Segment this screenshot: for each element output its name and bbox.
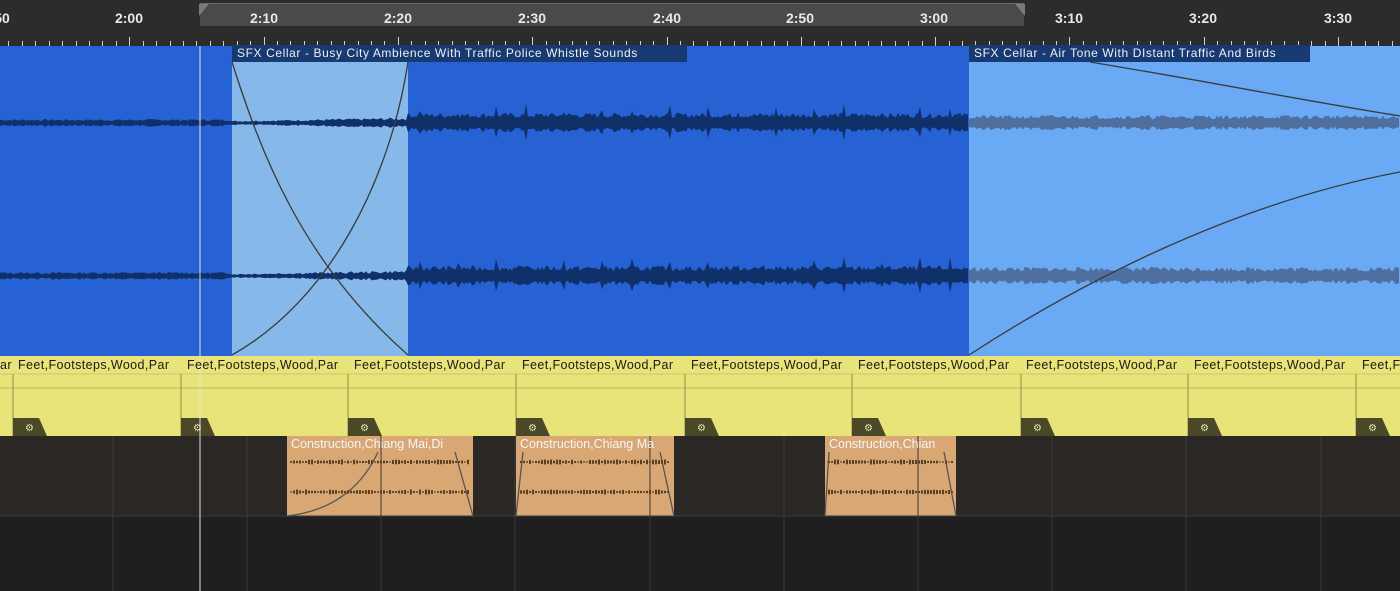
footsteps-clip-label[interactable]: Feet,Footsteps,Wood,Par: [1362, 357, 1400, 373]
footsteps-clip-label[interactable]: Feet,Footsteps,Wood,Par: [1026, 357, 1188, 373]
construction-clip-label[interactable]: Construction,Chiang Ma: [516, 437, 674, 452]
waveform-channel-left: [0, 103, 968, 141]
footsteps-clip-label[interactable]: Feet,Footsteps,Wood,Par: [858, 357, 1020, 373]
footsteps-clip-label[interactable]: Feet,Footsteps,Wood,Par: [354, 357, 516, 373]
footsteps-clip-label[interactable]: Feet,Footsteps,Wood,Par: [1194, 357, 1356, 373]
footsteps-clip-label[interactable]: Feet,Footsteps,Wood,Par: [691, 357, 853, 373]
clip-label-air-tone[interactable]: SFX Cellar - Air Tone With DIstant Traff…: [969, 45, 1310, 62]
footsteps-clip-label[interactable]: Feet,Footsteps,Wood,Par: [18, 357, 180, 373]
arrangement-view: 50 2:00 2:10 2:20 2:30 2:40 2:50 3:00 3:…: [0, 0, 1400, 591]
gear-icon: ⚙: [864, 423, 873, 434]
gear-icon: ⚙: [193, 423, 202, 434]
footsteps-clip-label[interactable]: Feet,Footsteps,Wood,Par: [522, 357, 684, 373]
gear-icon: ⚙: [25, 423, 34, 434]
gear-icon: ⚙: [1368, 423, 1377, 434]
waveform-air-tone-right: [969, 266, 1399, 285]
waveform-air-tone-left: [969, 115, 1399, 131]
clip-label-busy-city[interactable]: SFX Cellar - Busy City Ambience With Tra…: [232, 45, 687, 62]
footsteps-clip-label[interactable]: Feet,Footsteps,Wood,Par: [187, 357, 349, 373]
gear-icon: ⚙: [1033, 423, 1042, 434]
gear-icon: ⚙: [1200, 423, 1209, 434]
construction-clip-label[interactable]: Construction,Chiang Mai,Di: [287, 437, 473, 452]
gear-icon: ⚙: [697, 423, 706, 434]
construction-clip-label[interactable]: Construction,Chian: [825, 437, 956, 452]
footsteps-clip-label[interactable]: ar: [0, 357, 14, 373]
waveform-overlay: ⚙ ⚙ ⚙ ⚙ ⚙ ⚙ ⚙ ⚙ ⚙: [0, 46, 1400, 591]
gear-icon: ⚙: [528, 423, 537, 434]
waveform-channel-right: [0, 256, 968, 294]
gear-icon: ⚙: [360, 423, 369, 434]
